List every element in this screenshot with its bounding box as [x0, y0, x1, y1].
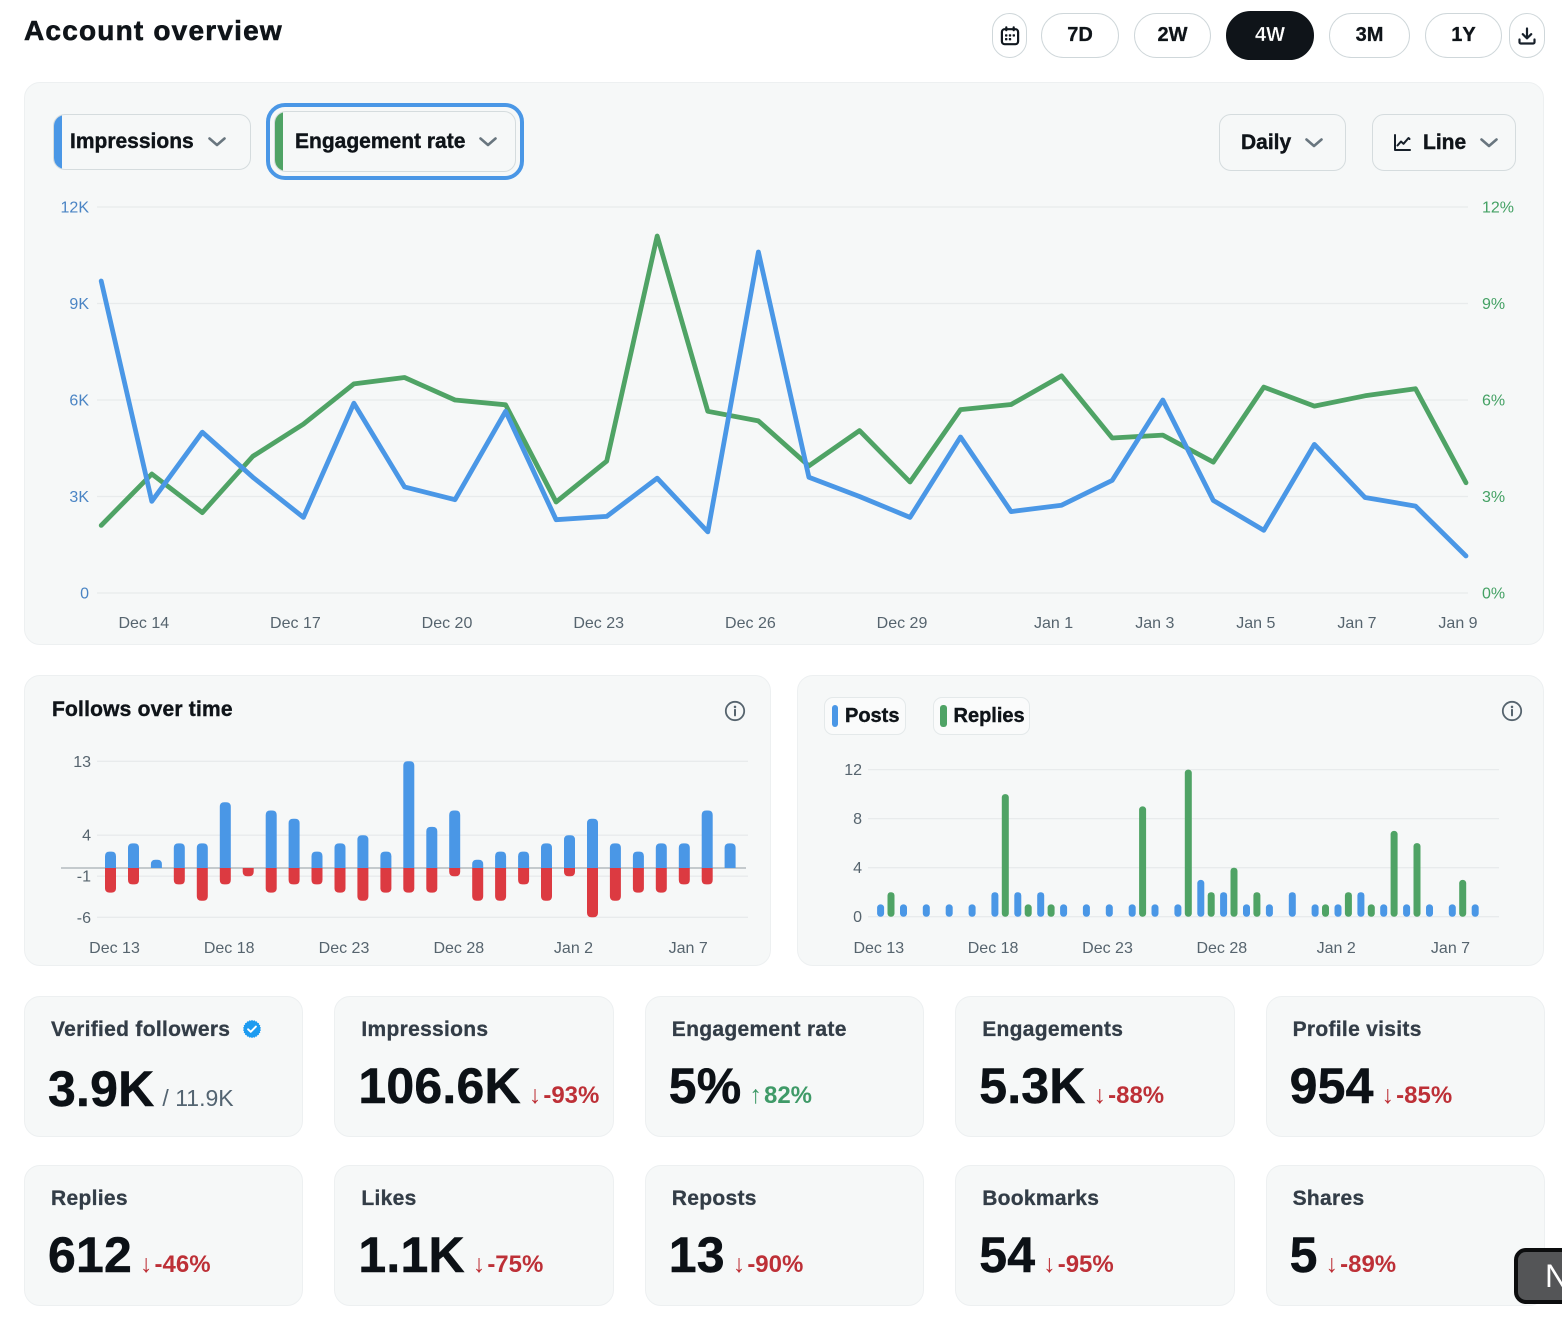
svg-text:Jan 5: Jan 5: [1236, 615, 1275, 632]
svg-text:Jan 7: Jan 7: [1337, 615, 1376, 632]
svg-text:Dec 28: Dec 28: [1196, 940, 1247, 957]
svg-text:12: 12: [844, 762, 862, 779]
svg-text:Jan 9: Jan 9: [1438, 615, 1477, 632]
svg-text:Dec 20: Dec 20: [422, 615, 473, 632]
svg-text:-6: -6: [77, 910, 91, 927]
svg-text:Dec 23: Dec 23: [573, 615, 624, 632]
svg-text:3K: 3K: [69, 489, 89, 506]
svg-text:Jan 2: Jan 2: [554, 940, 593, 957]
svg-text:4: 4: [853, 860, 862, 877]
svg-text:Dec 18: Dec 18: [968, 940, 1019, 957]
svg-text:Dec 17: Dec 17: [270, 615, 321, 632]
svg-text:-1: -1: [77, 869, 91, 886]
svg-text:Dec 13: Dec 13: [89, 940, 140, 957]
svg-text:0: 0: [80, 586, 89, 603]
svg-text:0: 0: [853, 909, 862, 926]
svg-text:Jan 2: Jan 2: [1317, 940, 1356, 957]
svg-text:Dec 28: Dec 28: [433, 940, 484, 957]
svg-text:9%: 9%: [1482, 296, 1505, 313]
svg-text:9K: 9K: [69, 296, 89, 313]
svg-text:6%: 6%: [1482, 393, 1505, 410]
svg-text:Dec 26: Dec 26: [725, 615, 776, 632]
svg-text:12K: 12K: [61, 200, 90, 217]
svg-text:Dec 29: Dec 29: [877, 615, 928, 632]
svg-text:Jan 7: Jan 7: [1431, 940, 1470, 957]
svg-text:13: 13: [73, 754, 91, 771]
svg-text:3%: 3%: [1482, 489, 1505, 506]
svg-text:Dec 23: Dec 23: [1082, 940, 1133, 957]
svg-text:Jan 1: Jan 1: [1034, 615, 1073, 632]
svg-text:Jan 7: Jan 7: [669, 940, 708, 957]
svg-text:Dec 14: Dec 14: [118, 615, 169, 632]
svg-text:12%: 12%: [1482, 200, 1514, 217]
svg-text:0%: 0%: [1482, 586, 1505, 603]
svg-text:Jan 3: Jan 3: [1135, 615, 1174, 632]
svg-text:Dec 18: Dec 18: [204, 940, 255, 957]
svg-text:4: 4: [82, 828, 91, 845]
svg-text:6K: 6K: [69, 393, 89, 410]
svg-text:8: 8: [853, 811, 862, 828]
svg-text:Dec 13: Dec 13: [853, 940, 904, 957]
svg-text:Dec 23: Dec 23: [319, 940, 370, 957]
